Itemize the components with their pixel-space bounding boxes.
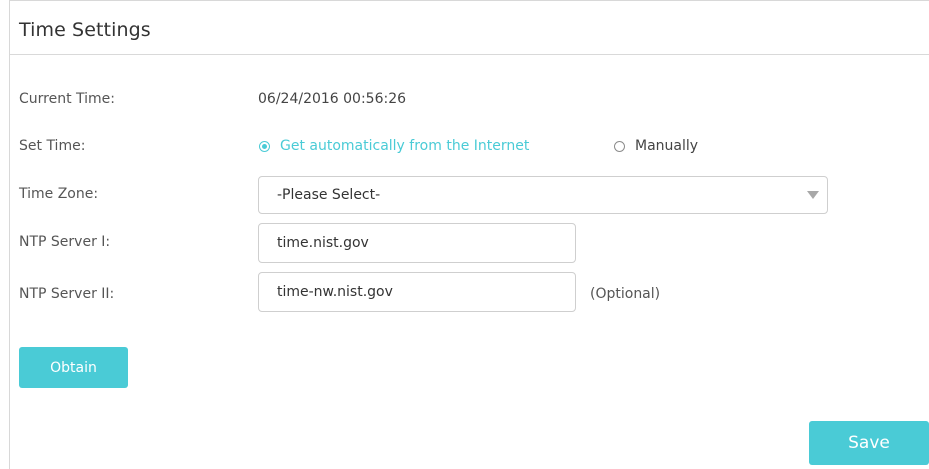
title-divider: [10, 54, 929, 55]
optional-hint: (Optional): [590, 286, 661, 302]
time-zone-select[interactable]: -Please Select-: [258, 176, 828, 214]
time-zone-label: Time Zone:: [19, 186, 99, 202]
radio-manually[interactable]: Manually: [614, 138, 698, 154]
set-time-label: Set Time:: [19, 138, 86, 154]
current-time-value: 06/24/2016 00:56:26: [258, 91, 407, 107]
time-zone-selected-value: -Please Select-: [277, 187, 381, 203]
ntp-server-2-label: NTP Server II:: [19, 286, 115, 302]
radio-manual-label: Manually: [635, 138, 699, 154]
triangle-down-icon: [807, 191, 819, 199]
radio-get-automatically[interactable]: Get automatically from the Internet: [259, 138, 529, 154]
ntp-server-1-label: NTP Server I:: [19, 234, 111, 250]
current-time-label: Current Time:: [19, 91, 116, 107]
radio-unchecked-icon: [614, 140, 625, 152]
radio-auto-label: Get automatically from the Internet: [280, 138, 530, 154]
section-title: Time Settings: [19, 19, 151, 41]
save-button[interactable]: Save: [809, 421, 929, 465]
radio-checked-icon: [259, 140, 270, 152]
obtain-button[interactable]: Obtain: [19, 347, 128, 388]
ntp-server-1-input[interactable]: [258, 223, 576, 263]
ntp-server-2-input[interactable]: [258, 272, 576, 312]
